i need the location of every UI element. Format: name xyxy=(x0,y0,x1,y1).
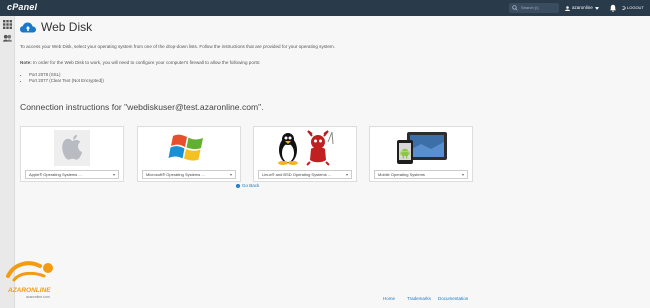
page-title: Web Disk xyxy=(41,20,93,34)
search-icon xyxy=(512,5,518,11)
back-arrow-icon: ‹ xyxy=(236,183,240,188)
apple-os-select[interactable]: Apple® Operating Systems ... xyxy=(25,170,119,179)
select-value: Linux® and BSD Operating Systems ... xyxy=(262,172,332,177)
chevron-down-icon xyxy=(230,174,232,176)
main-content: Web Disk To access your Web Disk, select… xyxy=(15,16,650,308)
grid-icon[interactable] xyxy=(3,20,12,29)
cpanel-logo[interactable]: cPanel xyxy=(7,2,37,12)
logout-label: LOGOUT xyxy=(627,5,644,10)
list-item: Port 2077 (Clear Text (Not Encrypted)) xyxy=(29,78,104,84)
note-text: In order for the Web Disk to work, you w… xyxy=(33,60,261,65)
apple-logo-icon xyxy=(54,130,90,166)
top-bar: cPanel Search (/) azaronline LOGOUT xyxy=(0,0,650,16)
logout-icon xyxy=(622,6,626,10)
footer-trademarks-link[interactable]: Trademarks xyxy=(407,296,431,301)
linux-os-select[interactable]: Linux® and BSD Operating Systems ... xyxy=(258,170,352,179)
intro-text: To access your Web Disk, select your ope… xyxy=(20,44,335,49)
azaronline-watermark-logo: AZARONLINE azaronline.com xyxy=(6,261,53,299)
mobile-devices-icon xyxy=(397,132,447,164)
user-icon xyxy=(565,5,570,11)
os-card-windows: Microsoft® Operating Systems ... xyxy=(137,126,241,182)
go-back-label: Go Back xyxy=(242,183,260,188)
linux-bsd-logo-icon xyxy=(278,130,334,166)
select-value: Apple® Operating Systems ... xyxy=(29,172,82,177)
chevron-down-icon xyxy=(594,6,599,10)
username-label: azaronline xyxy=(572,5,593,10)
port-list: Port 2078 (SSL) Port 2077 (Clear Text (N… xyxy=(26,72,104,84)
watermark-brand-text: AZARONLINE xyxy=(7,287,51,294)
chevron-down-icon xyxy=(462,174,464,176)
page-header: Web Disk xyxy=(20,20,92,34)
windows-logo-icon xyxy=(168,134,203,161)
os-card-apple: Apple® Operating Systems ... xyxy=(20,126,124,182)
firewall-note: Note: In order for the Web Disk to work,… xyxy=(20,60,260,65)
chevron-down-icon xyxy=(113,174,115,176)
logout-button[interactable]: LOGOUT xyxy=(622,3,644,13)
footer-documentation-link[interactable]: Documentation xyxy=(438,296,468,301)
select-value: Microsoft® Operating Systems ... xyxy=(146,172,205,177)
footer-home-link[interactable]: Home xyxy=(383,296,395,301)
chevron-down-icon xyxy=(346,174,348,176)
bell-icon[interactable] xyxy=(609,4,617,12)
os-card-mobile: Mobile Operating Systems xyxy=(369,126,473,182)
windows-os-select[interactable]: Microsoft® Operating Systems ... xyxy=(142,170,236,179)
users-icon[interactable] xyxy=(3,34,12,43)
cloud-upload-icon xyxy=(20,22,36,32)
go-back-link[interactable]: ‹ Go Back xyxy=(236,183,259,188)
os-card-linux: Linux® and BSD Operating Systems ... xyxy=(253,126,357,182)
connection-heading: Connection instructions for "webdiskuser… xyxy=(20,102,264,112)
user-menu[interactable]: azaronline xyxy=(565,3,599,13)
watermark-domain-text: azaronline.com xyxy=(26,295,50,299)
note-label: Note: xyxy=(20,60,32,65)
select-value: Mobile Operating Systems xyxy=(378,172,425,177)
mobile-os-select[interactable]: Mobile Operating Systems xyxy=(374,170,468,179)
